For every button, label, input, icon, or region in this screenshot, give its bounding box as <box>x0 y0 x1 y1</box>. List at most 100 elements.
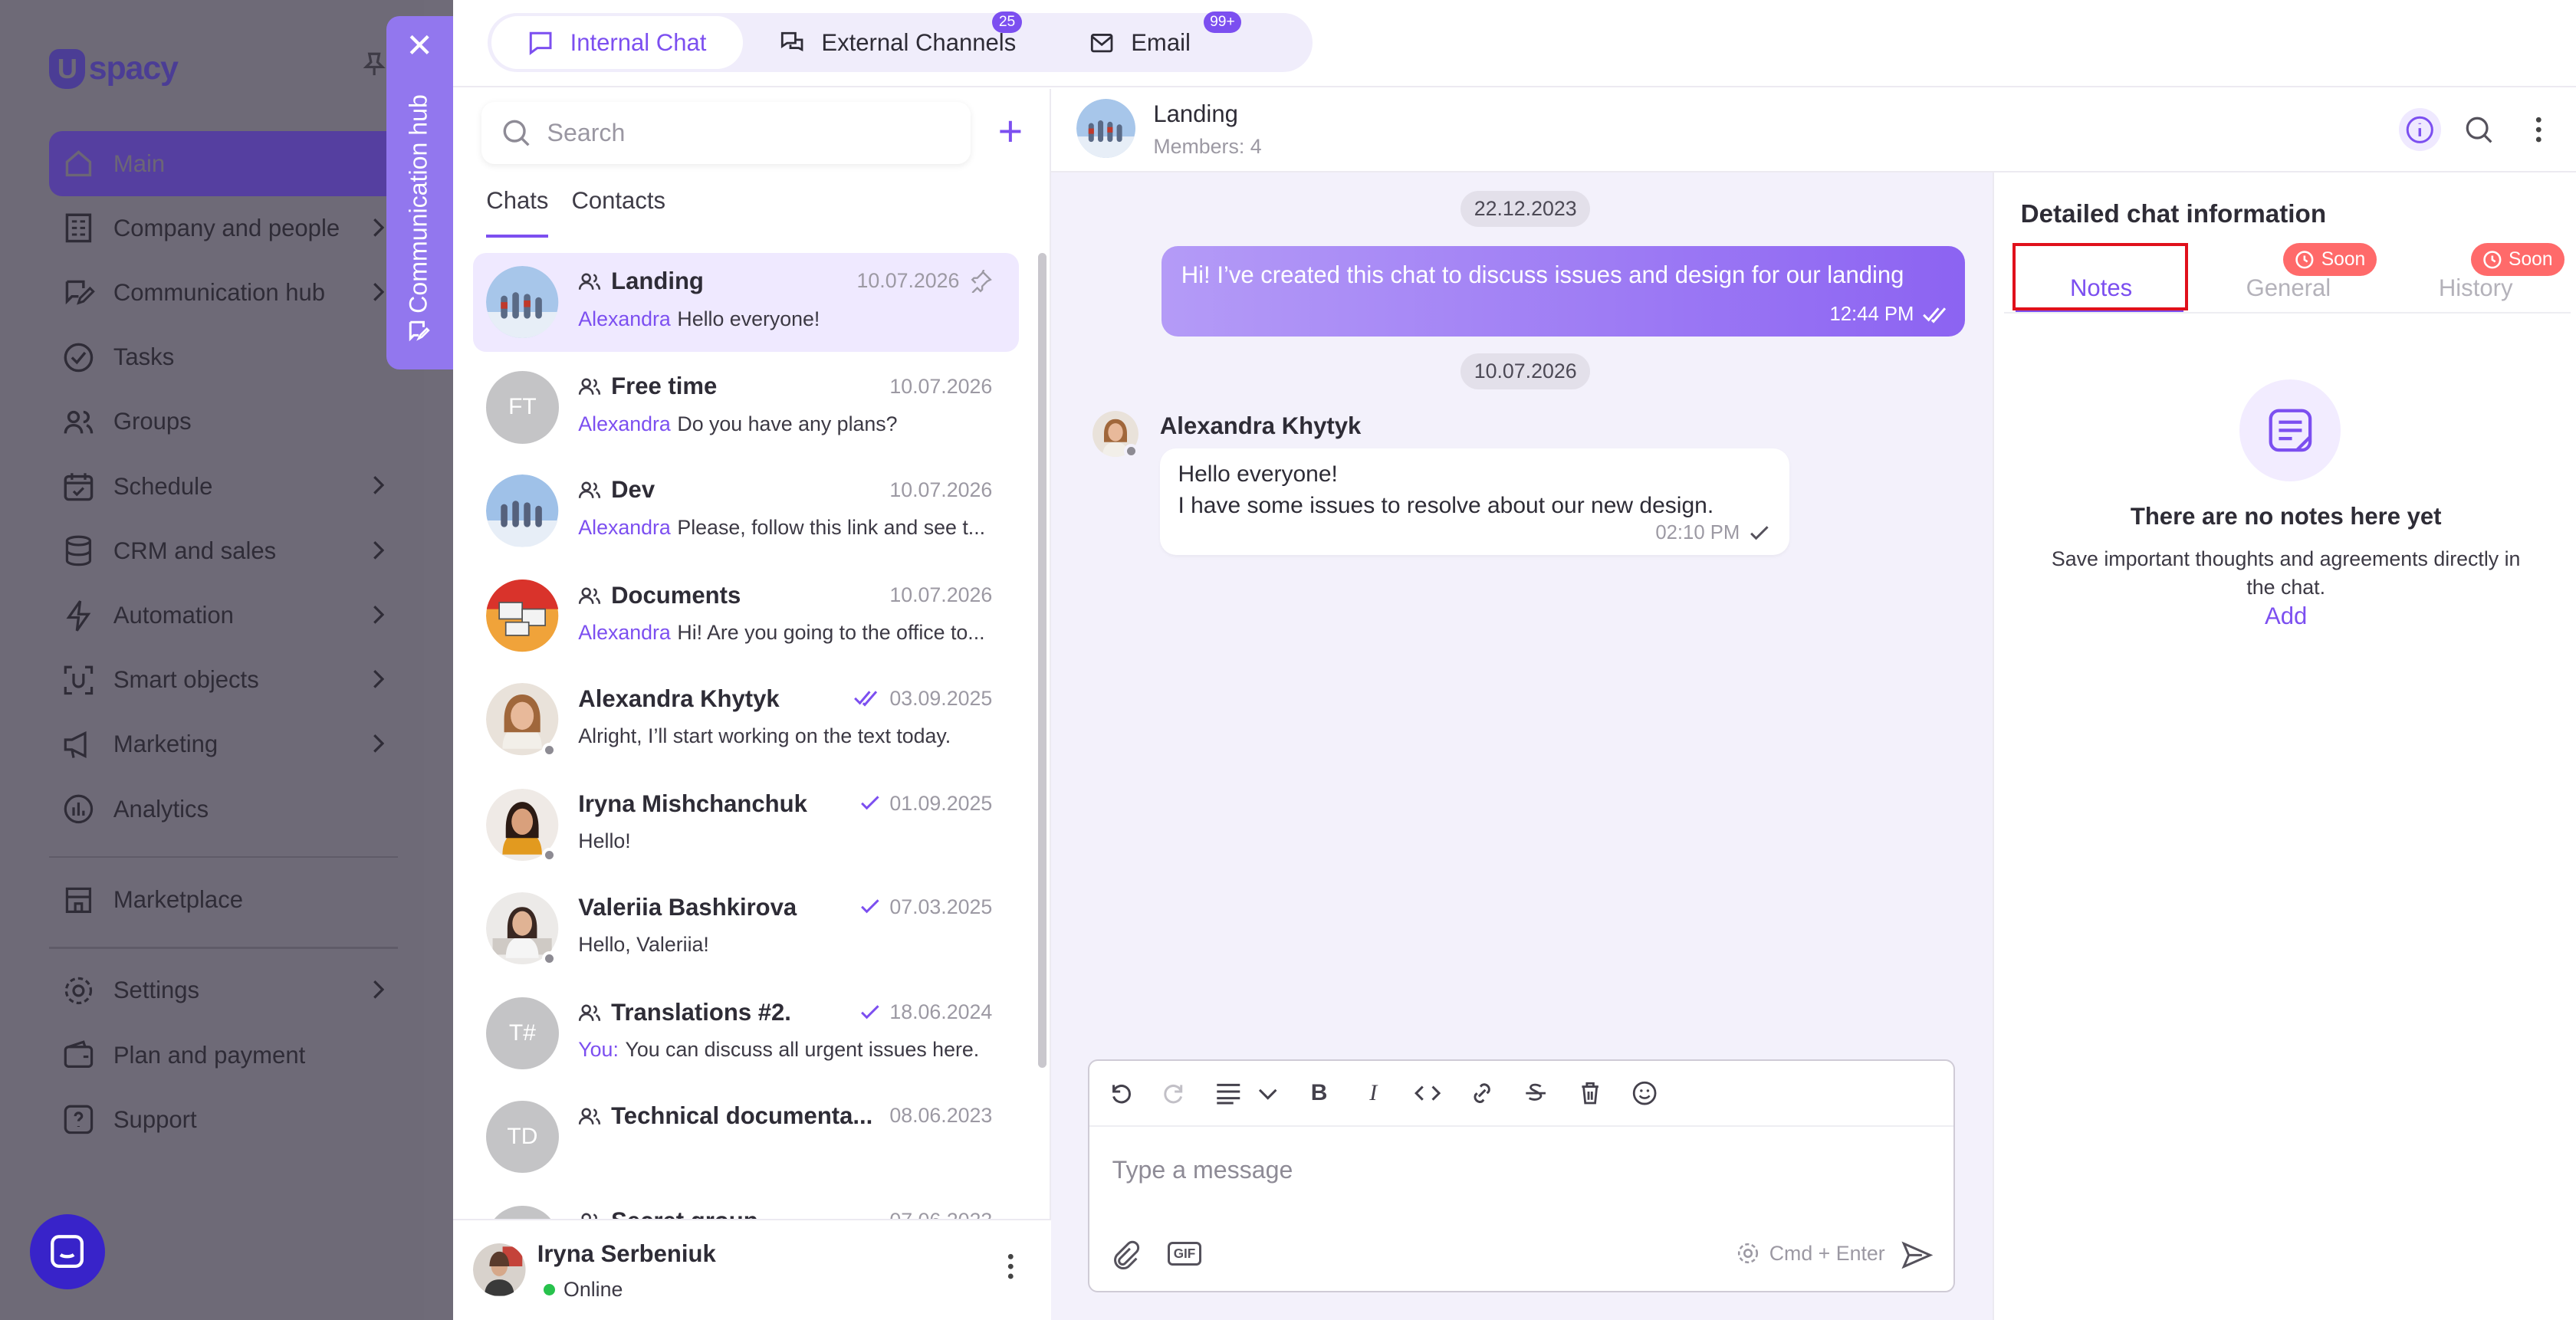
status-dot <box>542 847 557 862</box>
megaphone-icon <box>59 725 98 764</box>
nav-item-marketing[interactable]: Marketing <box>49 712 397 777</box>
nav-item-settings[interactable]: Settings <box>49 958 397 1023</box>
conversation-area: 22.12.2023 Hi! I’ve created this chat to… <box>1051 88 1993 1320</box>
chat-name-text: Valeriia Bashkirova <box>578 893 797 921</box>
nav-item-plan[interactable]: Plan and payment <box>49 1023 397 1088</box>
redo-icon[interactable] <box>1160 1079 1190 1108</box>
chat-preview: You: You can discuss all urgent issues he… <box>578 1038 989 1062</box>
chat-date-text: 10.07.2026 <box>889 583 993 606</box>
message-input[interactable] <box>1112 1156 1901 1196</box>
pin-icon[interactable] <box>969 269 993 293</box>
clock-icon <box>2483 250 2502 269</box>
tab-contacts[interactable]: Contacts <box>571 187 665 238</box>
message-time: 02:10 PM <box>1655 522 1769 544</box>
gif-icon[interactable]: GIF <box>1168 1241 1201 1266</box>
add-note-link[interactable]: Add <box>1994 603 2576 630</box>
nav-item-smart-objects[interactable]: Smart objects <box>49 648 397 712</box>
nav-item-crm[interactable]: CRM and sales <box>49 519 397 583</box>
company-icon <box>59 209 98 248</box>
nav-label: CRM and sales <box>113 537 277 564</box>
nav-item-schedule[interactable]: Schedule <box>49 454 397 518</box>
chat-item-documents[interactable]: Documents 10.07.2026 Alexandra Hi! Are yo… <box>473 566 1018 665</box>
count-badge: 99+ <box>1203 11 1242 33</box>
scan-icon <box>59 660 98 699</box>
tab-internal-chat[interactable]: Internal Chat <box>491 16 743 69</box>
new-chat-button[interactable]: + <box>992 110 1028 153</box>
close-icon[interactable]: ✕ <box>406 29 433 63</box>
conversation-title[interactable]: Landing <box>1153 100 1238 128</box>
undo-icon[interactable] <box>1106 1079 1135 1108</box>
check-circle-icon <box>59 337 98 376</box>
align-dropdown[interactable] <box>1214 1079 1280 1108</box>
chat-item-valeriia[interactable]: Valeriia Bashkirova 07.03.2025 Hello, Va… <box>473 878 1018 977</box>
chat-item-technical-docs[interactable]: TD Technical documenta... 08.06.2023 <box>473 1088 1018 1187</box>
tab-external-channels[interactable]: External Channels 25 <box>743 11 1053 69</box>
nav-item-company[interactable]: Company and people <box>49 196 397 261</box>
trash-icon[interactable] <box>1576 1079 1605 1108</box>
group-icon <box>579 378 601 396</box>
home-icon <box>59 144 98 183</box>
chat-sub-tabs: Chats Contacts <box>486 187 665 238</box>
nav-item-main[interactable]: Main <box>49 131 424 196</box>
search-icon[interactable] <box>2458 108 2501 151</box>
status-dot <box>542 951 557 966</box>
nav-item-communication[interactable]: Communication hub <box>49 261 397 325</box>
current-user-status: Online <box>544 1278 623 1302</box>
communication-hub-tab[interactable]: ✕ Communication hub <box>386 16 454 370</box>
bold-icon[interactable]: B <box>1304 1079 1334 1108</box>
chats-icon <box>780 31 803 51</box>
tab-email[interactable]: Email 99+ <box>1052 11 1242 69</box>
message-composer: B I GIF Cmd + Enter <box>1087 1059 1956 1293</box>
main-sidebar: U spacy Main Company and people Communic… <box>0 0 424 1320</box>
paperclip-icon[interactable] <box>1109 1239 1142 1279</box>
send-hint[interactable]: Cmd + Enter <box>1737 1242 1885 1266</box>
strikethrough-icon[interactable] <box>1521 1079 1551 1108</box>
more-vertical-icon[interactable] <box>2517 108 2560 151</box>
help-chat-button[interactable] <box>29 1213 106 1290</box>
chevron-right-icon <box>371 474 385 501</box>
chat-item-dev[interactable]: Dev 10.07.2026 Alexandra Please, follow t… <box>473 461 1018 560</box>
nav-item-analytics[interactable]: Analytics <box>49 777 397 841</box>
nav-item-marketplace[interactable]: Marketplace <box>49 868 397 932</box>
link-icon[interactable] <box>1467 1079 1497 1108</box>
nav-label: Communication hub <box>113 278 326 306</box>
search-box[interactable] <box>481 101 971 165</box>
tab-history[interactable]: History <box>2389 274 2563 302</box>
chat-date: 08.06.2023 <box>889 1104 992 1128</box>
nav-item-automation[interactable]: Automation <box>49 583 397 648</box>
chat-edit-icon <box>59 273 98 312</box>
nav-item-support[interactable]: Support <box>49 1088 397 1152</box>
emoji-icon[interactable] <box>1629 1079 1659 1108</box>
more-vertical-icon[interactable] <box>1007 1253 1014 1279</box>
search-icon <box>503 120 530 146</box>
code-icon[interactable] <box>1413 1079 1443 1108</box>
tab-general[interactable]: General <box>2201 274 2375 302</box>
tab-chats[interactable]: Chats <box>486 187 549 238</box>
chat-item-translations[interactable]: T# Translations #2. 18.06.2024 You: You c… <box>473 984 1018 1083</box>
italic-icon[interactable]: I <box>1359 1079 1388 1108</box>
chat-date: 10.07.2026 <box>856 269 993 293</box>
chat-item-landing[interactable]: Landing 10.07.2026 Alexandra Hello everyo… <box>473 252 1019 352</box>
search-input[interactable] <box>547 119 941 148</box>
pin-icon[interactable] <box>361 51 387 84</box>
group-icon <box>579 273 601 291</box>
outgoing-message[interactable]: Hi! I’ve created this chat to discuss is… <box>1162 246 1965 337</box>
align-icon <box>1217 1083 1277 1105</box>
avatar[interactable] <box>473 1243 526 1296</box>
clock-icon <box>2295 250 2314 269</box>
info-icon[interactable] <box>2398 108 2442 152</box>
nav-item-groups[interactable]: Groups <box>49 389 397 454</box>
chat-item-free-time[interactable]: FT Free time 10.07.2026 Alexandra Do you … <box>473 358 1018 457</box>
current-user-name: Iryna Serbeniuk <box>537 1240 716 1267</box>
nav-item-tasks[interactable]: Tasks <box>49 325 397 389</box>
incoming-message[interactable]: Hello everyone! I have some issues to re… <box>1159 448 1789 556</box>
avatar[interactable] <box>1076 98 1135 158</box>
tab-label: Internal Chat <box>570 28 707 56</box>
app-logo[interactable]: U spacy <box>49 49 179 89</box>
message-author[interactable]: Alexandra Khytyk <box>1160 412 1361 440</box>
send-icon[interactable] <box>1901 1239 1934 1279</box>
notes-icon <box>2239 379 2341 481</box>
chat-item-iryna[interactable]: Iryna Mishchanchuk 01.09.2025 Hello! <box>473 775 1018 874</box>
chat-item-alexandra[interactable]: Alexandra Khytyk 03.09.2025 Alright, I’l… <box>473 670 1018 769</box>
chat-list-scrollbar[interactable] <box>1038 252 1046 1068</box>
